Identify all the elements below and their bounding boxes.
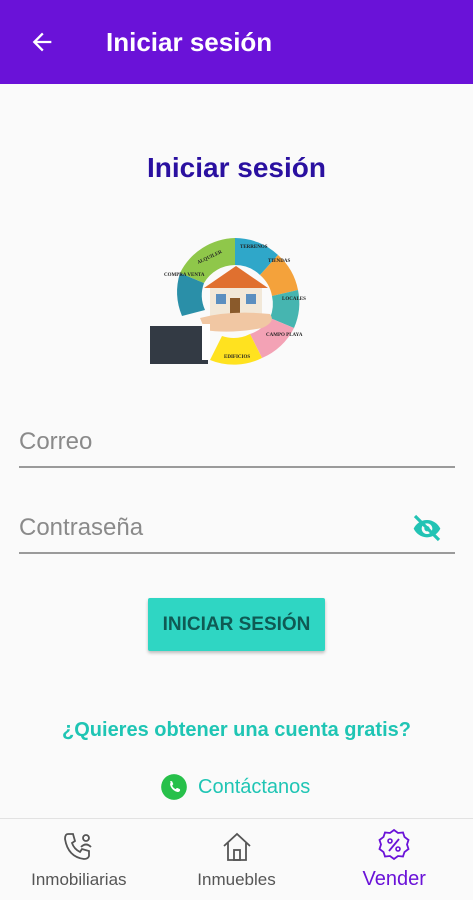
page-title: Iniciar sesión — [147, 152, 326, 183]
email-input[interactable] — [19, 424, 455, 460]
logo-label: CAMPO PLAYA — [266, 333, 303, 338]
logo-label: COMPRA VENTA — [164, 273, 205, 278]
app-bar-title: Iniciar sesión — [106, 26, 273, 57]
nav-item-inmuebles[interactable]: Inmuebles — [158, 819, 316, 900]
discount-badge-icon — [378, 828, 410, 861]
back-button[interactable] — [20, 20, 64, 64]
login-button[interactable]: INICIAR SESIÓN — [148, 598, 325, 651]
contact-label: Contáctanos — [198, 775, 311, 798]
email-field — [19, 424, 455, 468]
house-icon — [222, 832, 251, 861]
whatsapp-icon — [161, 774, 187, 800]
nav-label: Inmuebles — [197, 869, 276, 889]
nav-item-vender[interactable]: Vender — [315, 819, 473, 900]
eye-off-icon[interactable] — [409, 512, 445, 544]
bottom-navigation: Inmobiliarias Inmuebles Vender — [0, 818, 473, 900]
app-bar: Iniciar sesión — [0, 0, 473, 84]
nav-label: Vender — [362, 868, 426, 890]
free-account-link[interactable]: ¿Quieres obtener una cuenta gratis? — [0, 719, 473, 742]
email-underline — [19, 466, 455, 468]
arrow-left-icon — [32, 32, 52, 52]
nav-label: Inmobiliarias — [31, 869, 127, 889]
password-field — [19, 510, 455, 554]
phone-contacts-icon — [63, 832, 92, 860]
logo-label: TERRENOS — [240, 245, 268, 250]
real-estate-logo: ALQUILER TERRENOS TIENDAS LOCALES CAMPO … — [150, 238, 306, 365]
logo-label: LOCALES — [282, 297, 306, 302]
password-input[interactable] — [19, 510, 399, 546]
contact-link[interactable]: Contáctanos — [160, 773, 310, 801]
nav-item-inmobiliarias[interactable]: Inmobiliarias — [0, 819, 158, 900]
password-underline — [19, 552, 455, 554]
logo-label: TIENDAS — [268, 259, 290, 264]
logo-label: EDIFICIOS — [224, 355, 250, 360]
